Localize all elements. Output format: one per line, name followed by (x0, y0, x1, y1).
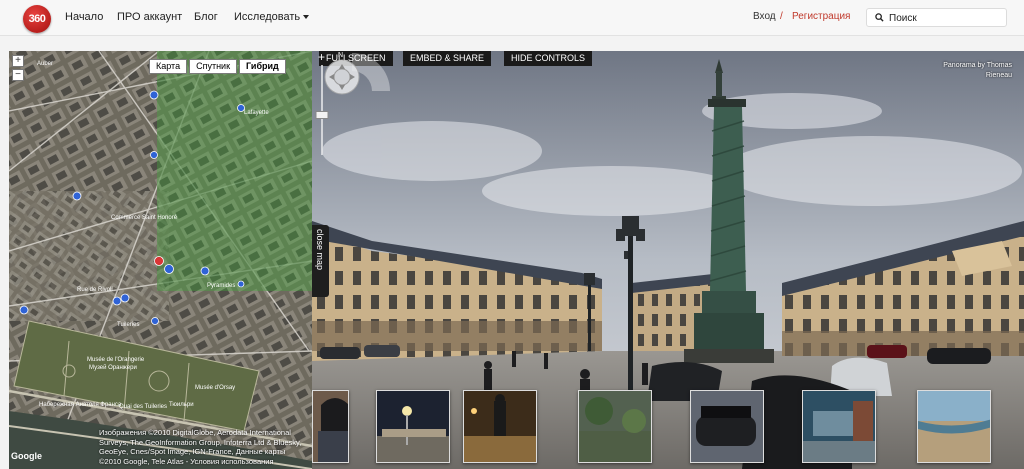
map-label: Музей Оранжери (89, 364, 137, 371)
search-input[interactable] (889, 11, 1001, 25)
search-icon (875, 13, 884, 22)
map-label: Quai des Tuileries (119, 404, 167, 410)
thumb-beach[interactable] (917, 390, 991, 463)
map-label: Auber (37, 61, 53, 67)
auth-separator: / (780, 11, 783, 22)
map-label: Pyramides (207, 283, 235, 289)
map-zoom-in-button[interactable]: + (12, 55, 24, 67)
thumb-woman-night[interactable] (463, 390, 537, 463)
site-logo[interactable]: 360 (23, 5, 51, 33)
map-zoom-out-button[interactable]: − (12, 69, 24, 81)
google-logo[interactable]: Google (11, 451, 42, 461)
hide-controls-button[interactable]: HIDE CONTROLS (504, 51, 593, 66)
nav-pro-account-link[interactable]: ПРО аккаунт (117, 11, 182, 23)
panorama-zoom-slider[interactable]: + (312, 51, 332, 161)
thumb-portrait[interactable] (312, 390, 349, 463)
embed-share-button[interactable]: EMBED & SHARE (403, 51, 492, 66)
nav-home-link[interactable]: Начало (65, 11, 103, 23)
map-label: Commerce Saint Honoré (111, 215, 178, 221)
thumb-green-park[interactable] (578, 390, 652, 463)
map-panel[interactable]: Lafayette Auber Commerce Saint Honoré Py… (9, 51, 312, 469)
thumb-cars[interactable] (690, 390, 764, 463)
map-label: Lafayette (244, 110, 269, 116)
register-link[interactable]: Регистрация (792, 11, 850, 22)
map-type-satellite-button[interactable]: Спутник (189, 59, 238, 74)
zoom-slider-handle[interactable] (315, 111, 329, 119)
map-label: Тюильри (169, 402, 194, 408)
nav-blog-link[interactable]: Блог (194, 11, 218, 23)
map-type-map-button[interactable]: Карта (149, 59, 188, 74)
map-label: Musée d'Orsay (195, 385, 235, 391)
map-label: Musée de l'Orangerie (87, 357, 145, 363)
map-label: Набережная Анатоля Франса (39, 402, 122, 408)
thumb-night-street[interactable] (376, 390, 450, 463)
map-copyright: Изображения ©2010 DigitalGlobe, Aerodata… (99, 428, 302, 466)
satellite-map-image: Lafayette Auber Commerce Saint Honoré Py… (9, 51, 312, 469)
map-label: Rue de Rivoli (77, 287, 113, 293)
search-box (866, 8, 1007, 27)
nav-explore-label: Исследовать (234, 11, 301, 23)
thumbnail-strip (312, 387, 1024, 469)
map-label: Tuileries (117, 322, 139, 328)
nav-explore-dropdown[interactable]: Исследовать (234, 11, 310, 23)
top-navigation-bar: 360 Начало ПРО аккаунт Блог Исследовать … (0, 0, 1024, 36)
map-type-hybrid-button[interactable]: Гибрид (239, 59, 286, 74)
panorama-credit: Panorama by Thomas Rieneau (943, 62, 1012, 79)
compass-north-label: N (338, 52, 343, 59)
chevron-down-icon (303, 15, 310, 20)
map-zoom-control: + − (12, 55, 24, 83)
close-map-label: close map (315, 229, 325, 271)
zoom-plus-icon[interactable]: + (318, 51, 325, 64)
thumb-aquarium[interactable] (802, 390, 876, 463)
login-link[interactable]: Вход (753, 11, 776, 22)
panorama-viewer[interactable]: FULLSCREEN EMBED & SHARE HIDE CONTROLS P… (312, 51, 1024, 469)
map-type-switcher: Карта Спутник Гибрид (149, 59, 288, 74)
close-map-button[interactable]: close map (312, 225, 329, 297)
